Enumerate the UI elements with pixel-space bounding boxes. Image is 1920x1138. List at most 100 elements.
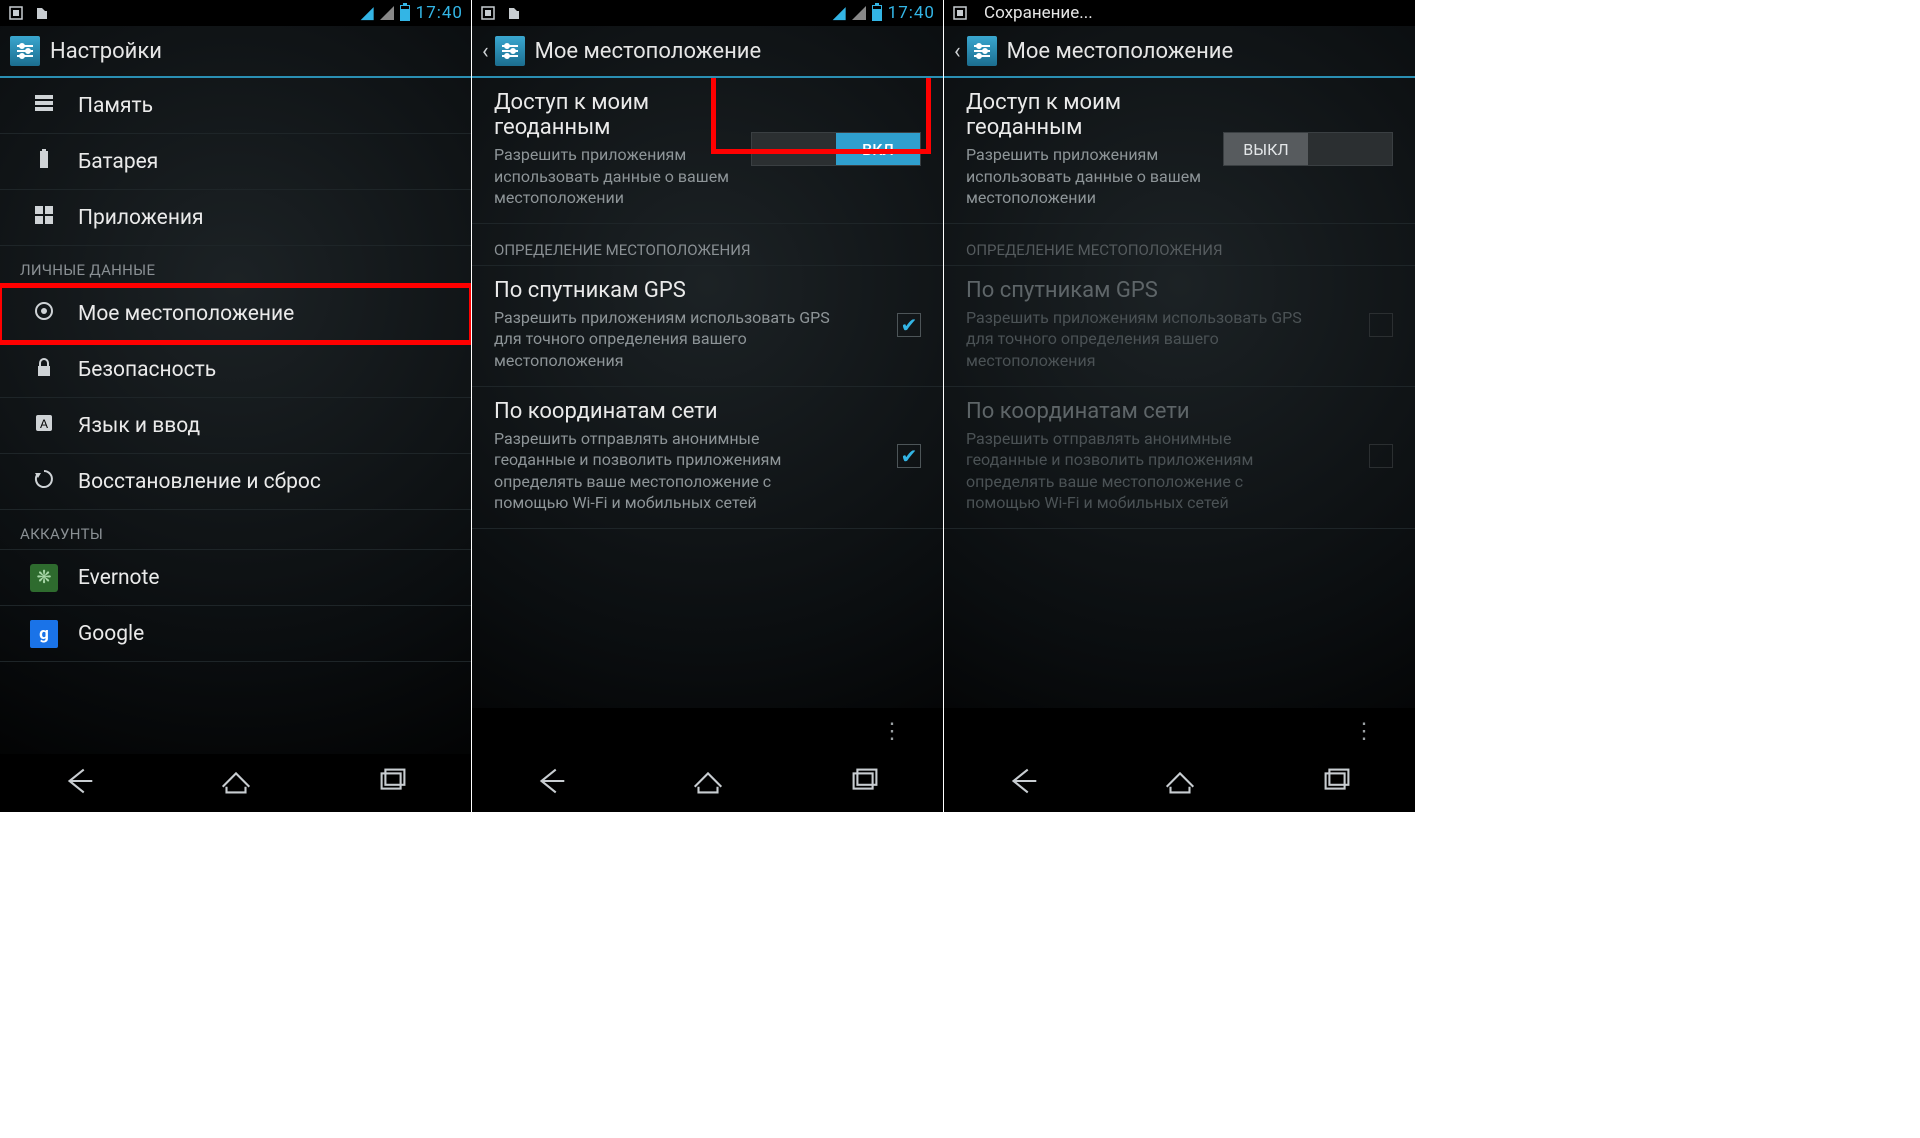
item-title: По координатам сети (494, 399, 837, 424)
nav-home-button[interactable] (217, 762, 255, 804)
nav-back-button[interactable] (532, 762, 570, 804)
lock-icon (30, 356, 58, 383)
overflow-dots[interactable]: ⋮ (944, 708, 1415, 754)
row-account-google[interactable]: g Google (0, 606, 471, 662)
nav-home-button[interactable] (689, 762, 727, 804)
row-location[interactable]: Мое местоположение (0, 286, 471, 342)
action-bar[interactable]: ‹ Мое местоположение (472, 26, 943, 78)
row-language[interactable]: A Язык и ввод (0, 398, 471, 454)
row-backup-reset[interactable]: Восстановление и сброс (0, 454, 471, 510)
network-checkbox[interactable] (897, 444, 921, 468)
item-network-location: По координатам сети Разрешить отправлять… (944, 387, 1415, 529)
screenshot-icon (480, 5, 496, 21)
location-settings: Доступ к моим геоданным Разрешить прилож… (944, 78, 1415, 708)
section-accounts: АККАУНТЫ (0, 510, 471, 550)
signal-icon (380, 6, 394, 20)
storage-icon (30, 92, 58, 119)
back-icon[interactable]: ‹ (954, 39, 961, 64)
nav-back-button[interactable] (1004, 762, 1042, 804)
page-title: Мое местоположение (1007, 39, 1234, 64)
navigation-bar (944, 754, 1415, 812)
settings-list[interactable]: Память Батарея Приложения ЛИЧНЫЕ ДАННЫЕ … (0, 78, 471, 754)
item-desc: Разрешить приложениям использовать данны… (494, 144, 737, 209)
download-icon (34, 5, 50, 21)
section-location-sources: ОПРЕДЕЛЕНИЕ МЕСТОПОЛОЖЕНИЯ (472, 224, 943, 266)
nav-home-button[interactable] (1161, 762, 1199, 804)
item-desc: Разрешить отправлять анонимные геоданные… (966, 428, 1309, 514)
row-label: Память (78, 94, 153, 118)
nav-recent-button[interactable] (374, 762, 412, 804)
overflow-dots[interactable]: ⋮ (472, 708, 943, 754)
item-location-access: Доступ к моим геоданным Разрешить прилож… (944, 78, 1415, 224)
settings-app-icon (967, 36, 997, 66)
signal-icon (852, 6, 866, 20)
row-storage[interactable]: Память (0, 78, 471, 134)
status-bar: ◢ 17:40 (0, 0, 471, 26)
settings-app-icon (10, 36, 40, 66)
location-icon (30, 300, 58, 327)
row-battery[interactable]: Батарея (0, 134, 471, 190)
item-title: По спутникам GPS (966, 278, 1309, 303)
download-icon (506, 5, 522, 21)
navigation-bar (472, 754, 943, 812)
location-access-toggle[interactable]: ВКЛ (751, 132, 921, 166)
row-label: Приложения (78, 206, 204, 230)
battery-icon (400, 5, 410, 21)
settings-app-icon (495, 36, 525, 66)
location-access-toggle[interactable]: ВЫКЛ (1223, 132, 1393, 166)
item-desc: Разрешить приложениям использовать данны… (966, 144, 1209, 209)
row-label: Батарея (78, 150, 158, 174)
item-title: Доступ к моим геоданным (494, 90, 737, 140)
row-label: Безопасность (78, 358, 216, 382)
svg-text:A: A (40, 417, 48, 431)
row-apps[interactable]: Приложения (0, 190, 471, 246)
row-label: Google (78, 622, 144, 646)
status-bar: Сохранение... (944, 0, 1415, 26)
gps-checkbox[interactable] (897, 313, 921, 337)
navigation-bar (0, 754, 471, 812)
location-settings: Доступ к моим геоданным Разрешить прилож… (472, 78, 943, 708)
gps-checkbox (1369, 313, 1393, 337)
item-desc: Разрешить отправлять анонимные геоданные… (494, 428, 837, 514)
clock: 17:40 (888, 3, 935, 23)
action-bar: Настройки (0, 26, 471, 78)
nav-recent-button[interactable] (846, 762, 884, 804)
row-label: Восстановление и сброс (78, 470, 321, 494)
saving-text: Сохранение... (984, 3, 1093, 23)
action-bar[interactable]: ‹ Мое местоположение (944, 26, 1415, 78)
item-gps[interactable]: По спутникам GPS Разрешить приложениям и… (472, 266, 943, 387)
clock: 17:40 (416, 3, 463, 23)
row-security[interactable]: Безопасность (0, 342, 471, 398)
back-icon[interactable]: ‹ (482, 39, 489, 64)
item-location-access: Доступ к моим геоданным Разрешить прилож… (472, 78, 943, 224)
phone-location-off: Сохранение... ‹ Мое местоположение Досту… (944, 0, 1416, 812)
row-account-evernote[interactable]: ❋ Evernote (0, 550, 471, 606)
page-title: Мое местоположение (535, 39, 762, 64)
restore-icon (30, 468, 58, 495)
wifi-icon: ◢ (361, 3, 374, 23)
page-title: Настройки (50, 39, 162, 64)
item-desc: Разрешить приложениям использовать GPS д… (966, 307, 1309, 372)
toggle-off-label: ВЫКЛ (1224, 133, 1308, 165)
row-label: Мое местоположение (78, 302, 294, 326)
row-label: Язык и ввод (78, 414, 200, 438)
section-personal: ЛИЧНЫЕ ДАННЫЕ (0, 246, 471, 286)
battery-icon (30, 148, 58, 175)
item-desc: Разрешить приложениям использовать GPS д… (494, 307, 837, 372)
battery-icon (872, 5, 882, 21)
apps-icon (30, 204, 58, 231)
google-icon: g (30, 620, 58, 648)
item-title: По координатам сети (966, 399, 1309, 424)
row-label: Evernote (78, 566, 160, 590)
toggle-on-label: ВКЛ (836, 133, 920, 165)
screenshot-icon (952, 5, 968, 21)
evernote-icon: ❋ (30, 564, 58, 592)
nav-back-button[interactable] (60, 762, 98, 804)
language-icon: A (30, 412, 58, 439)
item-network-location[interactable]: По координатам сети Разрешить отправлять… (472, 387, 943, 529)
item-gps: По спутникам GPS Разрешить приложениям и… (944, 266, 1415, 387)
nav-recent-button[interactable] (1318, 762, 1356, 804)
item-title: По спутникам GPS (494, 278, 837, 303)
status-bar: ◢ 17:40 (472, 0, 943, 26)
wifi-icon: ◢ (833, 3, 846, 23)
